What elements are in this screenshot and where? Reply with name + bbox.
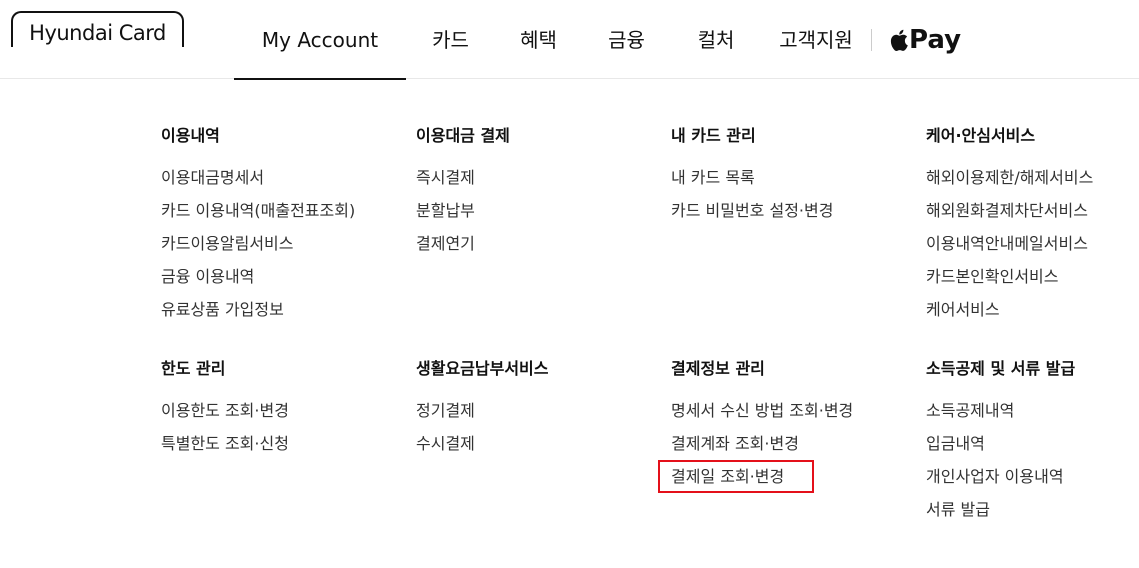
hyundai-card-logo[interactable]: Hyundai Card <box>11 11 184 47</box>
menu-group-payment: 이용대금 결제 즉시결제 분할납부 결제연기 <box>416 126 510 267</box>
apple-pay-label: Pay <box>909 24 962 55</box>
menu-item[interactable]: 소득공제내역 <box>926 401 1075 434</box>
tab-label: 컬처 <box>697 27 735 52</box>
tab-culture[interactable]: 컬처 <box>671 0 761 79</box>
menu-item[interactable]: 즉시결제 <box>416 168 510 201</box>
menu-list: 해외이용제한/해제서비스 해외원화결제차단서비스 이용내역안내메일서비스 카드본… <box>926 168 1093 333</box>
group-title: 내 카드 관리 <box>671 126 756 145</box>
tab-my-account[interactable]: My Account <box>234 0 406 80</box>
menu-item[interactable]: 서류 발급 <box>926 500 1075 533</box>
tab-card[interactable]: 카드 <box>406 0 495 79</box>
menu-group-care-service: 케어·안심서비스 해외이용제한/해제서비스 해외원화결제차단서비스 이용내역안내… <box>926 126 1093 333</box>
group-title: 생활요금납부서비스 <box>416 359 549 378</box>
group-title: 결제정보 관리 <box>671 359 765 378</box>
menu-item[interactable]: 분할납부 <box>416 201 510 234</box>
menu-group-usage-history: 이용내역 이용대금명세서 카드 이용내역(매출전표조회) 카드이용알림서비스 금… <box>161 126 355 333</box>
tab-label: 금융 <box>608 27 645 52</box>
menu-item[interactable]: 이용한도 조회·변경 <box>161 401 289 434</box>
menu-item[interactable]: 특별한도 조회·신청 <box>161 434 289 467</box>
group-title: 한도 관리 <box>161 359 226 378</box>
menu-list: 내 카드 목록 카드 비밀번호 설정·변경 <box>671 168 833 234</box>
menu-item[interactable]: 정기결제 <box>416 401 548 434</box>
menu-item[interactable]: 결제연기 <box>416 234 510 267</box>
menu-item[interactable]: 수시결제 <box>416 434 548 467</box>
menu-item[interactable]: 개인사업자 이용내역 <box>926 467 1075 500</box>
menu-item[interactable]: 케어서비스 <box>926 300 1093 333</box>
main-nav: My Account 카드 혜택 금융 컬처 고객지원 Pay <box>234 0 961 80</box>
menu-list: 즉시결제 분할납부 결제연기 <box>416 168 510 267</box>
tab-customer-support[interactable]: 고객지원 <box>761 0 871 79</box>
apple-icon <box>890 29 908 51</box>
menu-item[interactable]: 명세서 수신 방법 조회·변경 <box>671 401 853 434</box>
menu-list: 정기결제 수시결제 <box>416 401 548 467</box>
menu-item[interactable]: 해외원화결제차단서비스 <box>926 201 1093 234</box>
highlight-box <box>658 460 814 493</box>
tab-label: 카드 <box>432 27 469 52</box>
menu-item[interactable]: 카드이용알림서비스 <box>161 234 355 267</box>
menu-group-utility-payment: 생활요금납부서비스 정기결제 수시결제 <box>416 359 548 467</box>
menu-item[interactable]: 금융 이용내역 <box>161 267 355 300</box>
menu-item[interactable]: 내 카드 목록 <box>671 168 833 201</box>
menu-item[interactable]: 해외이용제한/해제서비스 <box>926 168 1093 201</box>
nav-divider <box>871 28 872 51</box>
menu-item[interactable]: 유료상품 가입정보 <box>161 300 355 333</box>
menu-group-my-card: 내 카드 관리 내 카드 목록 카드 비밀번호 설정·변경 <box>671 126 833 234</box>
header: Hyundai Card My Account 카드 혜택 금융 컬처 고객지원… <box>0 0 1139 80</box>
tab-label: 혜택 <box>520 27 557 52</box>
logo-text: Hyundai Card <box>29 21 166 45</box>
group-title: 케어·안심서비스 <box>926 126 1036 145</box>
menu-list: 이용대금명세서 카드 이용내역(매출전표조회) 카드이용알림서비스 금융 이용내… <box>161 168 355 333</box>
menu-list: 소득공제내역 입금내역 개인사업자 이용내역 서류 발급 <box>926 401 1075 533</box>
tab-label: My Account <box>261 27 379 52</box>
group-title: 이용대금 결제 <box>416 126 510 145</box>
tab-benefit[interactable]: 혜택 <box>495 0 582 79</box>
menu-item[interactable]: 카드 비밀번호 설정·변경 <box>671 201 833 234</box>
menu-group-limit-management: 한도 관리 이용한도 조회·변경 특별한도 조회·신청 <box>161 359 289 467</box>
tab-finance[interactable]: 금융 <box>582 0 671 79</box>
apple-pay-link[interactable]: Pay <box>881 0 961 79</box>
menu-item[interactable]: 이용내역안내메일서비스 <box>926 234 1093 267</box>
menu-group-tax-documents: 소득공제 및 서류 발급 소득공제내역 입금내역 개인사업자 이용내역 서류 발… <box>926 359 1075 533</box>
menu-item[interactable]: 카드 이용내역(매출전표조회) <box>161 201 355 234</box>
group-title: 이용내역 <box>161 126 220 145</box>
group-title: 소득공제 및 서류 발급 <box>926 359 1076 378</box>
menu-item[interactable]: 카드본인확인서비스 <box>926 267 1093 300</box>
menu-item[interactable]: 입금내역 <box>926 434 1075 467</box>
menu-list: 이용한도 조회·변경 특별한도 조회·신청 <box>161 401 289 467</box>
menu-item[interactable]: 이용대금명세서 <box>161 168 355 201</box>
tab-label: 고객지원 <box>779 27 853 52</box>
